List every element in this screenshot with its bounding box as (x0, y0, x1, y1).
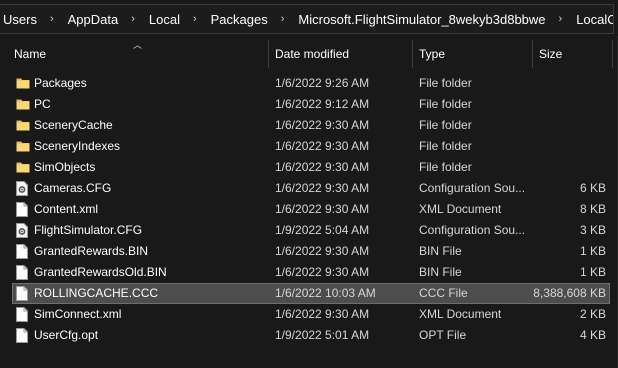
file-name: GrantedRewards.BIN (34, 244, 149, 258)
column-divider[interactable] (612, 40, 613, 68)
file-name: FlightSimulator.CFG (34, 223, 143, 237)
file-name: ROLLINGCACHE.CCC (34, 286, 159, 300)
chevron-right-icon[interactable]: › (120, 13, 147, 25)
column-header-row: Name Date modified Type Size (0, 36, 618, 68)
file-icon (16, 265, 29, 280)
folder-icon (16, 118, 30, 133)
file-size: 3 KB (579, 223, 606, 237)
file-type: File folder (419, 76, 472, 90)
file-name: Packages (34, 76, 87, 90)
file-name: SceneryIndexes (34, 139, 121, 153)
file-size (532, 157, 606, 178)
file-icon (16, 244, 29, 259)
chevron-right-icon[interactable]: › (39, 13, 66, 25)
file-row[interactable]: UserCfg.opt 1/9/2022 5:01 AM OPT File 4 KB (0, 325, 618, 346)
file-list: Packages 1/6/2022 9:26 AM File folder PC 1/6… (0, 73, 618, 346)
file-row[interactable]: ROLLINGCACHE.CCC 1/6/2022 10:03 AM CCC Fil… (0, 283, 618, 304)
file-size: 8 KB (579, 202, 606, 216)
file-row[interactable]: SimConnect.xml 1/6/2022 9:30 AM XML Docume… (0, 304, 618, 325)
file-icon (16, 328, 29, 343)
file-date-modified: 1/6/2022 9:26 AM (275, 76, 370, 90)
file-type: File folder (419, 97, 472, 111)
file-size (532, 94, 606, 115)
breadcrumb-item[interactable]: Packages (209, 12, 270, 27)
file-type: XML Document (419, 202, 502, 216)
file-type: Configuration Sou... (419, 223, 526, 237)
breadcrumb-item[interactable]: LocalCache (574, 12, 613, 27)
file-date-modified: 1/9/2022 5:01 AM (275, 328, 370, 342)
file-row[interactable]: GrantedRewards.BIN 1/6/2022 9:30 AM BIN Fi… (0, 241, 618, 262)
file-name: UserCfg.opt (34, 328, 99, 342)
breadcrumb-item[interactable]: Microsoft.FlightSimulator_8wekyb3d8bbwe (296, 12, 547, 27)
file-date-modified: 1/6/2022 9:30 AM (275, 265, 370, 279)
file-name: Cameras.CFG (34, 181, 112, 195)
address-bar[interactable]: Users › AppData › Local › Packages › Microsoft.F… (0, 0, 618, 36)
file-date-modified: 1/6/2022 10:03 AM (275, 286, 376, 300)
file-row[interactable]: SceneryIndexes 1/6/2022 9:30 AM File folde… (0, 136, 618, 157)
file-type: XML Document (419, 307, 502, 321)
file-date-modified: 1/6/2022 9:12 AM (275, 97, 370, 111)
breadcrumb-item[interactable]: Local (147, 12, 182, 27)
file-type: BIN File (419, 244, 462, 258)
file-row[interactable]: SimObjects 1/6/2022 9:30 AM File folder (0, 157, 618, 178)
folder-icon (16, 139, 30, 154)
file-name: Content.xml (34, 202, 99, 216)
file-row[interactable]: PC 1/6/2022 9:12 AM File folder (0, 94, 618, 115)
file-size: 4 KB (579, 328, 606, 342)
file-date-modified: 1/9/2022 5:04 AM (275, 223, 370, 237)
file-row[interactable]: GrantedRewardsOld.BIN 1/6/2022 9:30 AM BIN… (0, 262, 618, 283)
folder-icon (16, 97, 30, 112)
file-icon (16, 307, 29, 322)
file-size: 1 KB (579, 265, 606, 279)
folder-icon (16, 160, 30, 175)
config-file-icon (16, 223, 29, 238)
column-header-date[interactable]: Date modified (269, 36, 411, 68)
file-row[interactable]: Cameras.CFG 1/6/2022 9:30 AM Configuration… (0, 178, 618, 199)
file-name: SceneryCache (34, 118, 113, 132)
chevron-right-icon[interactable]: › (548, 13, 575, 25)
config-file-icon (16, 181, 29, 196)
column-header-size[interactable]: Size (533, 36, 613, 68)
file-size (532, 73, 606, 94)
file-type: File folder (419, 139, 472, 153)
file-type: OPT File (419, 328, 467, 342)
folder-icon (16, 76, 30, 91)
column-header-type[interactable]: Type (413, 36, 531, 68)
file-size (532, 136, 606, 157)
file-name: GrantedRewardsOld.BIN (34, 265, 167, 279)
file-type: Configuration Sou... (419, 181, 526, 195)
file-date-modified: 1/6/2022 9:30 AM (275, 244, 370, 258)
chevron-right-icon[interactable]: › (182, 13, 209, 25)
file-date-modified: 1/6/2022 9:30 AM (275, 160, 370, 174)
file-icon (16, 286, 29, 301)
breadcrumb-item[interactable]: Users (0, 12, 39, 27)
file-icon (16, 202, 29, 217)
breadcrumb[interactable]: Users › AppData › Local › Packages › Microsoft.F… (0, 4, 614, 34)
file-size: 1 KB (579, 244, 606, 258)
file-type: BIN File (419, 265, 462, 279)
file-row[interactable]: FlightSimulator.CFG 1/9/2022 5:04 AM Confi… (0, 220, 618, 241)
file-row[interactable]: SceneryCache 1/6/2022 9:30 AM File folder (0, 115, 618, 136)
file-name: PC (34, 97, 51, 111)
file-name: SimConnect.xml (34, 307, 122, 321)
file-type: File folder (419, 118, 472, 132)
file-row[interactable]: Packages 1/6/2022 9:26 AM File folder (0, 73, 618, 94)
file-date-modified: 1/6/2022 9:30 AM (275, 118, 370, 132)
file-size: 8,388,608 KB (533, 286, 606, 300)
file-size: 6 KB (579, 181, 606, 195)
file-type: File folder (419, 160, 472, 174)
file-date-modified: 1/6/2022 9:30 AM (275, 181, 370, 195)
file-row[interactable]: Content.xml 1/6/2022 9:30 AM XML Document 8… (0, 199, 618, 220)
chevron-right-icon[interactable]: › (270, 13, 297, 25)
file-date-modified: 1/6/2022 9:30 AM (275, 139, 370, 153)
breadcrumb-item[interactable]: AppData (66, 12, 121, 27)
file-name: SimObjects (34, 160, 96, 174)
file-date-modified: 1/6/2022 9:30 AM (275, 202, 370, 216)
file-size: 2 KB (579, 307, 606, 321)
file-type: CCC File (419, 286, 468, 300)
sort-ascending-icon: ︿ (133, 40, 143, 50)
file-size (532, 115, 606, 136)
file-date-modified: 1/6/2022 9:30 AM (275, 307, 370, 321)
